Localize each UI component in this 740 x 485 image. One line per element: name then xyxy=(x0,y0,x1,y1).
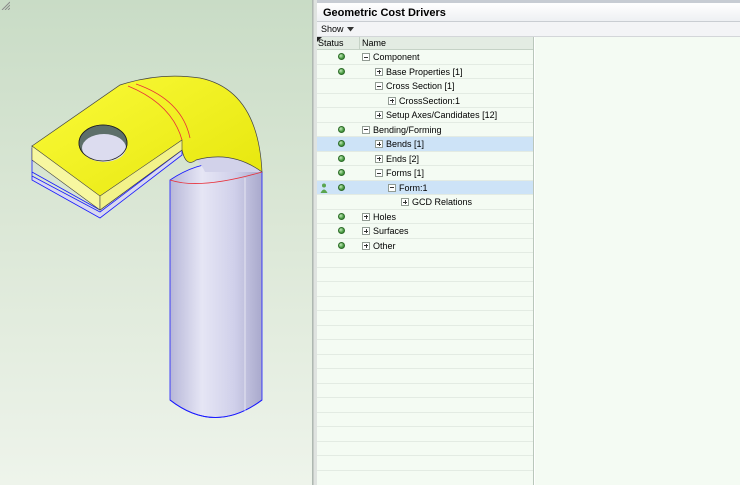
name-column-header[interactable]: Name xyxy=(362,38,386,48)
tree-row[interactable]: Setup Axes/Candidates [12] xyxy=(317,108,533,123)
collapse-icon[interactable] xyxy=(362,53,370,61)
collapse-icon[interactable] xyxy=(362,125,370,134)
tree-node[interactable]: Setup Axes/Candidates [12] xyxy=(375,109,497,121)
tree-node[interactable]: Form:1 xyxy=(388,182,428,194)
status-ok-icon xyxy=(338,183,345,191)
tree-node[interactable]: Other xyxy=(362,240,396,252)
tree-node-label: Base Properties [1] xyxy=(386,66,463,77)
status-ok-icon xyxy=(338,227,345,234)
status-ok-icon xyxy=(338,67,345,75)
tree-row[interactable]: Bending/Forming xyxy=(317,123,533,137)
tree-node[interactable]: Surfaces xyxy=(362,225,409,237)
collapse-icon[interactable] xyxy=(388,183,396,192)
empty-tree-row xyxy=(317,311,533,326)
cost-driver-tree: Status Name Component Base Properties [1]… xyxy=(317,37,534,485)
tree-node[interactable]: Forms [1] xyxy=(375,167,424,179)
tree-node[interactable]: Cross Section [1] xyxy=(375,80,455,92)
tree-row[interactable]: Forms [1] xyxy=(317,166,533,181)
expand-icon[interactable] xyxy=(375,67,383,76)
status-ok-icon xyxy=(338,154,345,162)
collapse-icon[interactable] xyxy=(375,82,383,90)
empty-tree-row xyxy=(317,427,533,442)
column-divider[interactable] xyxy=(359,37,360,50)
expand-icon[interactable] xyxy=(401,198,409,206)
empty-tree-row xyxy=(317,340,533,355)
resize-grip-icon[interactable] xyxy=(0,0,10,10)
empty-tree-row xyxy=(317,268,533,282)
tree-node-label: Setup Axes/Candidates [12] xyxy=(386,110,498,120)
tree-node-label: Component xyxy=(373,52,420,62)
expand-icon[interactable] xyxy=(362,227,370,235)
empty-tree-row xyxy=(317,326,533,340)
bent-tab-part-model xyxy=(31,75,263,418)
tree-node[interactable]: Base Properties [1] xyxy=(375,66,463,78)
tree-node[interactable]: CrossSection:1 xyxy=(388,95,460,107)
tree-row[interactable]: Cross Section [1] xyxy=(317,79,533,94)
status-ok-icon xyxy=(338,125,345,133)
tree-row[interactable]: Ends [2] xyxy=(317,152,533,166)
collapse-icon[interactable] xyxy=(375,169,383,177)
status-ok-icon xyxy=(338,140,345,147)
status-ok-icon xyxy=(338,53,345,60)
status-column-header[interactable]: Status xyxy=(318,38,344,48)
tree-row[interactable]: Other xyxy=(317,239,533,253)
tree-node-label: Bending/Forming xyxy=(373,124,442,135)
tree-node[interactable]: Component xyxy=(362,51,420,63)
tree-node-label: GCD Relations xyxy=(412,197,473,207)
tree-node-label: Cross Section [1] xyxy=(386,81,455,91)
tree-node-label: Ends [2] xyxy=(386,153,420,164)
dropdown-arrow-icon xyxy=(346,26,354,31)
empty-tree-row xyxy=(317,442,533,456)
tree-row[interactable]: Component xyxy=(317,50,533,65)
status-ok-icon xyxy=(338,169,345,176)
tree-row[interactable]: Bends [1] xyxy=(317,137,533,152)
user-icon xyxy=(320,183,328,193)
detail-pane xyxy=(535,37,740,485)
empty-tree-row xyxy=(317,384,533,398)
show-menu-label: Show xyxy=(321,24,344,34)
tree-node[interactable]: Bends [1] xyxy=(375,138,424,150)
tree-row[interactable]: Base Properties [1] xyxy=(317,65,533,79)
tree-row[interactable]: CrossSection:1 xyxy=(317,94,533,108)
empty-tree-row xyxy=(317,282,533,297)
expand-icon[interactable] xyxy=(375,140,383,148)
show-menu-button[interactable]: Show xyxy=(321,24,354,34)
tree-row[interactable]: Form:1 xyxy=(317,180,533,195)
tree-row[interactable]: Surfaces xyxy=(317,224,533,239)
tree-rows: Component Base Properties [1] Cross Sectio… xyxy=(317,50,533,471)
tree-node-label: Bends [1] xyxy=(386,139,425,149)
tree-row[interactable]: GCD Relations xyxy=(317,195,533,210)
expand-icon[interactable] xyxy=(362,241,370,250)
tree-node-label: Forms [1] xyxy=(386,168,425,178)
empty-tree-row xyxy=(317,413,533,427)
empty-tree-row xyxy=(317,355,533,369)
tree-node[interactable]: Holes xyxy=(362,211,396,223)
3d-model-viewport[interactable] xyxy=(0,0,313,485)
empty-tree-row xyxy=(317,369,533,384)
tree-node[interactable]: GCD Relations xyxy=(401,196,472,208)
tree-node[interactable]: Ends [2] xyxy=(375,153,419,165)
tree-node-label: Other xyxy=(373,240,396,251)
expand-icon[interactable] xyxy=(375,154,383,163)
expand-icon[interactable] xyxy=(388,96,396,105)
expand-icon[interactable] xyxy=(375,111,383,119)
panel-title: Geometric Cost Drivers xyxy=(317,0,740,22)
status-ok-icon xyxy=(338,212,345,220)
tree-row[interactable]: Holes xyxy=(317,210,533,224)
tree-node-label: Form:1 xyxy=(399,182,428,193)
empty-tree-row xyxy=(317,297,533,311)
empty-tree-row xyxy=(317,253,533,268)
empty-tree-row xyxy=(317,456,533,471)
empty-tree-row xyxy=(317,398,533,413)
tree-node-label: CrossSection:1 xyxy=(399,95,461,106)
tree-node-label: Surfaces xyxy=(373,226,409,236)
status-ok-icon xyxy=(338,241,345,249)
panel-toolbar: Show xyxy=(317,22,740,37)
tree-node[interactable]: Bending/Forming xyxy=(362,124,442,136)
tree-header: Status Name xyxy=(317,37,533,50)
expand-icon[interactable] xyxy=(362,212,370,221)
tree-node-label: Holes xyxy=(373,211,397,222)
geometric-cost-drivers-panel: Geometric Cost Drivers Show Status Name … xyxy=(317,0,740,485)
